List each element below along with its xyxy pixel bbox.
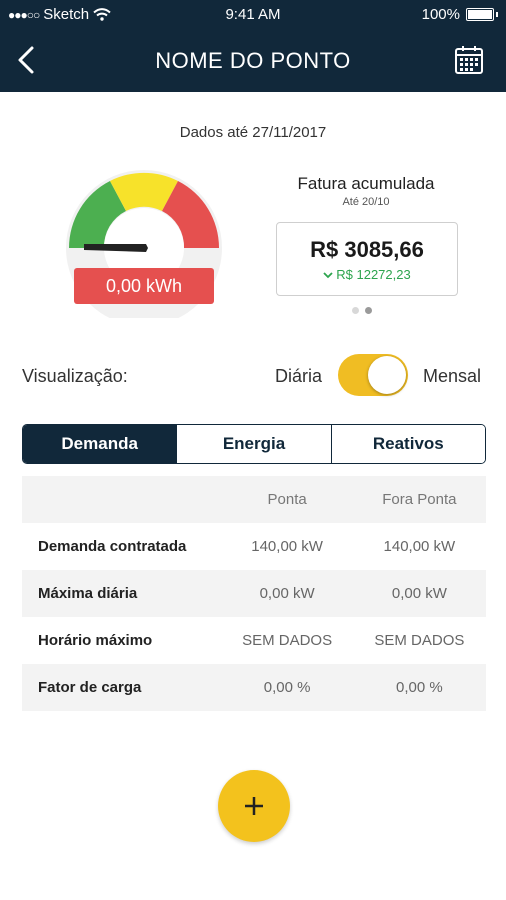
row-value-ponta: 0,00 kW — [259, 585, 315, 602]
invoice-title: Fatura acumulada — [297, 174, 435, 193]
header-cell-ponta: Ponta — [267, 491, 307, 508]
invoice-card[interactable]: R$ 3085,66 R$ 12272,23 — [276, 222, 458, 296]
toggle-knob[interactable] — [368, 356, 406, 394]
table-row: Horário máximo SEM DADOS SEM DADOS — [22, 617, 486, 664]
table-row: Demanda contratada 140,00 kW 140,00 kW — [22, 523, 486, 570]
demand-table: Ponta Fora Ponta Demanda contratada 140,… — [22, 476, 486, 711]
tab-energia[interactable]: Energia — [177, 425, 332, 463]
calendar-icon[interactable] — [454, 44, 484, 76]
segment-tabs: Demanda Energia Reativos — [22, 424, 486, 464]
table-header-row: Ponta Fora Ponta — [22, 476, 486, 523]
tab-reativos[interactable]: Reativos — [331, 425, 485, 463]
nav-bar: NOME DO PONTO — [0, 30, 506, 92]
row-value-fora-ponta: 0,00 kW — [391, 585, 447, 602]
page-title: NOME DO PONTO — [155, 48, 351, 73]
row-label: Demanda contratada — [38, 538, 187, 555]
status-bar: ●●●○○ Sketch 9:41 AM 100% — [0, 0, 506, 30]
row-value-ponta: SEM DADOS — [242, 632, 333, 649]
data-date: Dados até 27/11/2017 — [179, 124, 327, 141]
row-value-ponta: 140,00 kW — [251, 538, 323, 555]
row-label: Horário máximo — [38, 632, 153, 649]
battery-group: 100% — [422, 6, 498, 23]
tab-demanda[interactable]: Demanda — [23, 425, 178, 463]
table-row: Fator de carga 0,00 % 0,00 % — [22, 664, 486, 711]
visualization-label: Visualização: — [22, 366, 128, 386]
battery-label: 100% — [421, 6, 460, 23]
plus-icon — [245, 797, 263, 815]
page-dot-1[interactable] — [352, 307, 359, 314]
header-cell-fora-ponta: Fora Ponta — [382, 491, 457, 508]
page-dot-2[interactable] — [365, 307, 372, 314]
add-button[interactable] — [218, 770, 290, 842]
daily-option-label[interactable]: Diária — [275, 366, 322, 387]
monthly-option-label[interactable]: Mensal — [423, 366, 481, 387]
invoice-delta-value: R$ 12272,23 — [336, 267, 411, 282]
gauge-value-badge: 0,00 kWh — [74, 268, 214, 304]
invoice-subtitle: Até 20/10 — [342, 196, 390, 208]
row-value-fora-ponta: 0,00 % — [396, 679, 443, 696]
page-indicator[interactable] — [352, 307, 372, 314]
row-label: Máxima diária — [38, 585, 138, 602]
battery-tip — [496, 12, 498, 17]
row-value-fora-ponta: 140,00 kW — [383, 538, 456, 555]
chevron-down-icon — [323, 272, 333, 279]
battery-icon — [466, 8, 494, 21]
view-mode-toggle[interactable] — [338, 354, 408, 396]
row-value-ponta: 0,00 % — [263, 679, 311, 696]
row-label: Fator de carga — [38, 679, 142, 696]
row-value-fora-ponta: SEM DADOS — [374, 632, 465, 649]
invoice-delta: R$ 12272,23 — [277, 267, 457, 282]
invoice-amount: R$ 3085,66 — [310, 237, 424, 262]
table-row: Máxima diária 0,00 kW 0,00 kW — [22, 570, 486, 617]
